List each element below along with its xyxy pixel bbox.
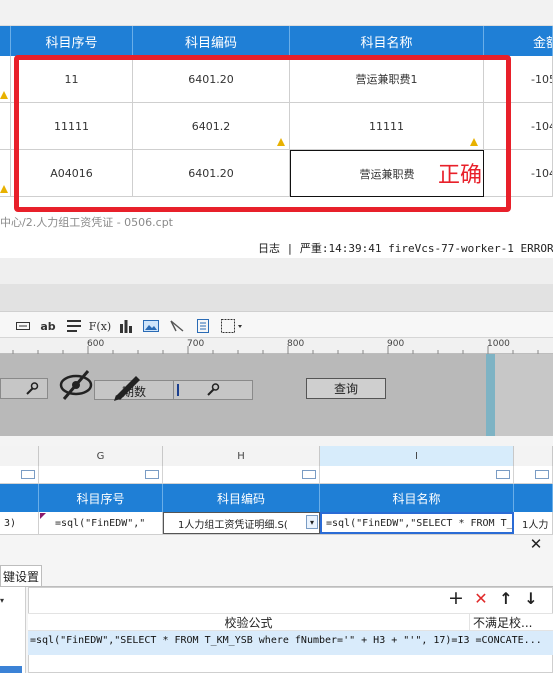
textbox-icon[interactable] — [14, 318, 32, 334]
column-header-g[interactable]: G — [39, 446, 163, 466]
cell-widget-icon — [496, 470, 510, 479]
preview-header-seq: 科目序号 — [11, 26, 133, 56]
preview-left-stub — [0, 103, 11, 150]
left-list-arrow[interactable]: ▾ — [0, 596, 4, 605]
formula-cell[interactable]: 1人力组工资凭证明细.S( — [163, 512, 320, 534]
left-list-selected[interactable] — [0, 666, 22, 673]
tab-key-settings[interactable]: 键设置 — [0, 565, 42, 587]
ruler-tick-label: 800 — [287, 339, 305, 349]
column-header-i[interactable]: I — [320, 446, 514, 466]
formula-cell[interactable]: 1人力 — [514, 512, 553, 534]
ruler-tick-label: 1000 — [487, 339, 510, 349]
pencil-icon[interactable] — [110, 368, 144, 402]
sheet-cell[interactable] — [163, 466, 320, 484]
wrench-icon[interactable] — [24, 381, 40, 396]
list-icon[interactable] — [194, 318, 212, 334]
log-line: 日志 | 严重:14:39:41 fireVcs-77-worker-1 ERR… — [258, 242, 553, 255]
preview-header-name: 科目名称 — [290, 26, 484, 56]
cell-corner-mark — [40, 513, 46, 519]
preview-header-code: 科目编码 — [133, 26, 290, 56]
sheet-cell[interactable] — [0, 466, 39, 484]
column-header-h[interactable]: H — [163, 446, 320, 466]
correct-annotation: 正确 — [438, 163, 483, 188]
cell-widget-icon — [21, 470, 35, 479]
dialog-close-button[interactable]: ✕ — [527, 535, 545, 553]
separator-band — [0, 258, 553, 284]
warning-icon — [0, 185, 9, 193]
column-header-formula[interactable]: 校验公式 — [28, 614, 470, 630]
cell-widget-icon — [145, 470, 159, 479]
hidden-eye-icon[interactable] — [58, 368, 94, 402]
canvas-boundary-line[interactable] — [486, 354, 495, 436]
file-path-label: 中心/2.人力组工资凭证 - 0506.cpt — [0, 216, 173, 229]
query-button[interactable]: 查询 — [306, 378, 386, 399]
fx-icon[interactable]: F(x) — [89, 318, 111, 334]
column-header-message[interactable]: 不满足校... — [470, 614, 553, 630]
sheet-header-name[interactable]: 科目名称 — [320, 484, 514, 512]
delete-rule-button[interactable]: ✕ — [472, 588, 490, 608]
formula-cell[interactable]: =sql("FinEDW"," — [39, 512, 163, 534]
column-header-next[interactable] — [514, 446, 553, 466]
ab-icon[interactable]: ab — [38, 318, 58, 334]
red-highlight-box — [14, 55, 511, 212]
ruler-tick-label: 900 — [387, 339, 405, 349]
sheet-cell[interactable] — [320, 466, 514, 484]
preview-top-strip — [0, 0, 553, 26]
cell-widget-icon — [302, 470, 316, 479]
move-up-button[interactable]: ↑ — [497, 588, 515, 608]
wrench-icon[interactable] — [205, 382, 221, 397]
ruler-tick-label: 700 — [187, 339, 205, 349]
cell-widget-icon — [535, 470, 549, 479]
canvas-right-margin — [495, 354, 553, 436]
ruler — [0, 338, 553, 354]
bar-chart-icon[interactable] — [117, 318, 135, 334]
image-icon[interactable] — [142, 318, 160, 334]
formula-cell[interactable]: 3) — [0, 512, 39, 534]
move-down-button[interactable]: ↓ — [522, 588, 540, 608]
text-cursor — [177, 384, 179, 396]
formula-cell-selected[interactable]: =sql("FinEDW","SELECT * FROM T_ — [320, 512, 514, 534]
preview-header-amount: 金额 — [484, 26, 553, 56]
sheet-header-code[interactable]: 科目编码 — [163, 484, 320, 512]
column-header-stub — [0, 446, 39, 466]
formula-rule-text[interactable]: =sql("FinEDW","SELECT * FROM T_KM_YSB wh… — [30, 635, 551, 651]
sheet-header-stub[interactable] — [0, 484, 39, 512]
ruler-tick-label: 600 — [87, 339, 105, 349]
panel-band — [0, 284, 553, 312]
sheet-header-next[interactable] — [514, 484, 553, 512]
warning-icon — [0, 91, 9, 99]
sheet-cell[interactable] — [514, 466, 553, 484]
frame-icon[interactable] — [220, 318, 246, 334]
dropdown-icon[interactable]: ▾ — [306, 515, 318, 529]
paragraph-icon[interactable] — [65, 318, 83, 334]
sheet-header-seq[interactable]: 科目序号 — [39, 484, 163, 512]
slash-icon[interactable] — [168, 318, 186, 334]
preview-header-left-stub — [0, 26, 11, 56]
add-rule-button[interactable]: + — [447, 587, 465, 609]
sheet-gap — [0, 436, 553, 446]
sheet-cell[interactable] — [39, 466, 163, 484]
